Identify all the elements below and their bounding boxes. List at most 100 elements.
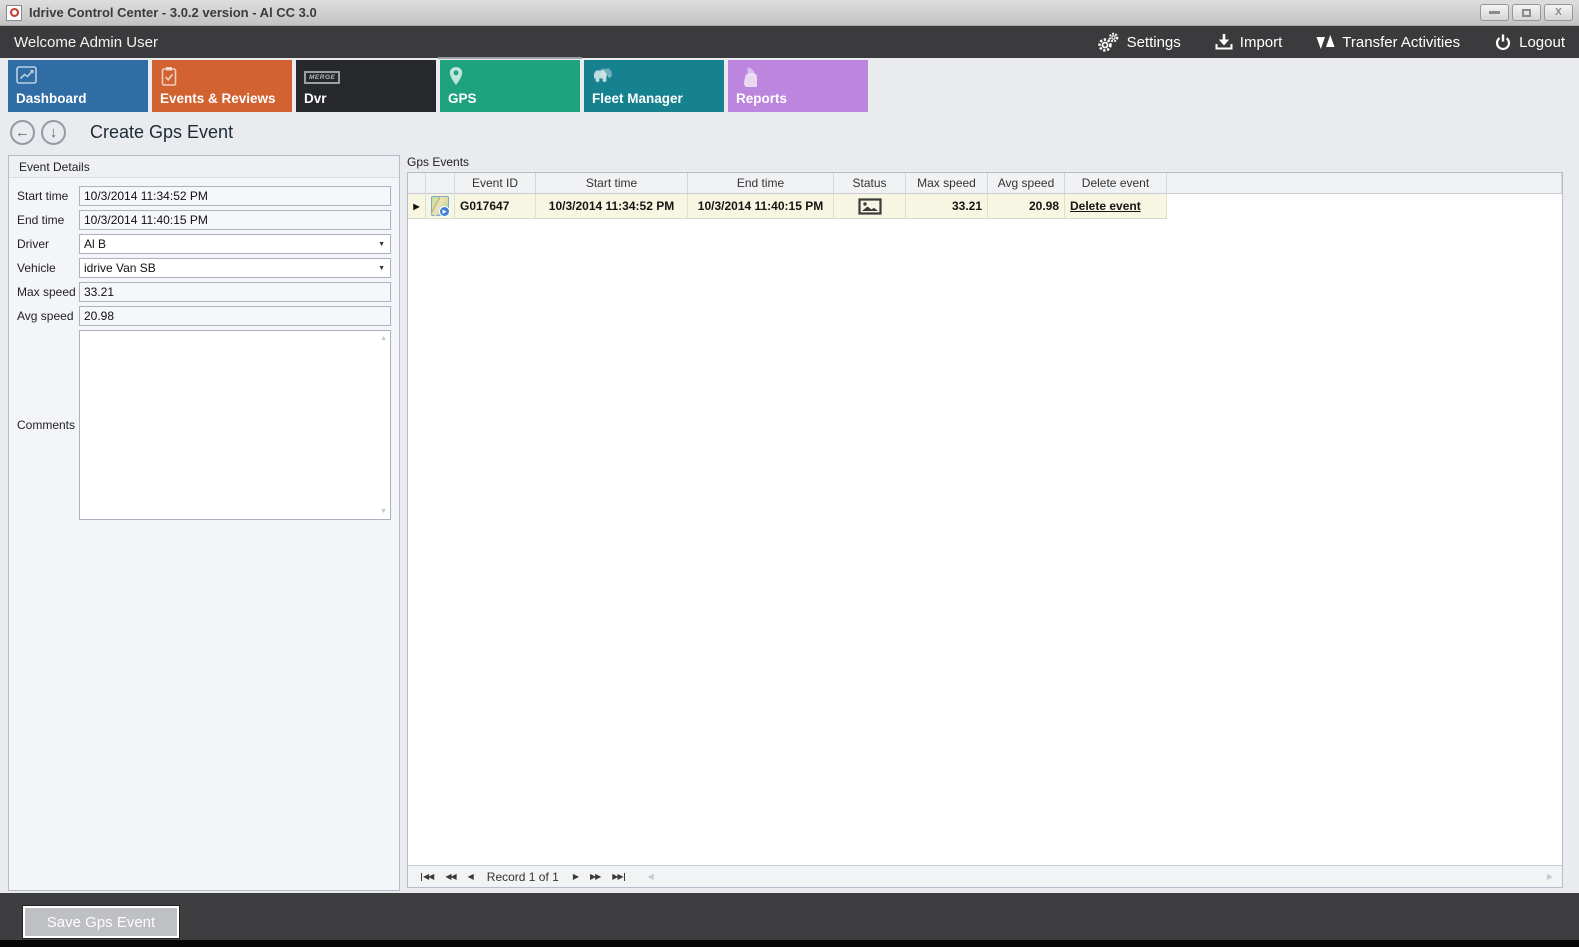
tile-events-reviews-label: Events & Reviews <box>160 91 276 106</box>
map-pin-icon <box>448 66 464 87</box>
chart-trend-icon <box>16 66 39 86</box>
cell-end-time: 10/3/2014 11:40:15 PM <box>688 194 834 219</box>
collapse-button[interactable]: ↓ <box>41 120 66 145</box>
max-speed-field[interactable] <box>79 282 391 302</box>
next-record-button[interactable]: ▶ <box>573 872 578 881</box>
tile-fleet-manager[interactable]: Fleet Manager <box>584 60 724 112</box>
gps-events-title: Gps Events <box>407 155 1563 172</box>
driver-value: Al B <box>84 237 106 251</box>
prev-page-button[interactable]: ◀◀ <box>445 872 455 881</box>
driver-dropdown[interactable]: Al B ▼ <box>79 234 391 254</box>
settings-label: Settings <box>1127 34 1181 51</box>
tile-gps-label: GPS <box>448 91 477 106</box>
comments-field[interactable] <box>80 331 390 519</box>
map-route-icon[interactable]: ▶ <box>431 196 449 216</box>
column-header-avg-speed[interactable]: Avg speed <box>988 173 1065 194</box>
tile-events-reviews[interactable]: Events & Reviews <box>152 60 292 112</box>
gears-icon <box>1096 32 1120 52</box>
column-header-max-speed[interactable]: Max speed <box>906 173 988 194</box>
tile-dvr-label: Dvr <box>304 91 327 106</box>
save-gps-event-button[interactable]: Save Gps Event <box>23 906 179 938</box>
logout-label: Logout <box>1519 34 1565 51</box>
tile-fleet-manager-label: Fleet Manager <box>592 91 683 106</box>
tile-reports[interactable]: Reports <box>728 60 868 112</box>
driver-label: Driver <box>17 237 79 251</box>
minimize-button[interactable] <box>1480 4 1509 21</box>
back-button[interactable]: ← <box>10 120 35 145</box>
close-button[interactable]: X <box>1544 4 1573 21</box>
page-title: Create Gps Event <box>90 122 233 143</box>
gps-events-panel: Gps Events Event ID Start time End time … <box>407 155 1563 888</box>
scroll-up-icon[interactable]: ▲ <box>380 335 387 342</box>
pie-chart-icon <box>736 66 757 87</box>
scroll-right-button[interactable]: ▶ <box>1547 872 1552 881</box>
column-header-start-time[interactable]: Start time <box>536 173 688 194</box>
vehicle-dropdown[interactable]: idrive Van SB ▼ <box>79 258 391 278</box>
nav-tiles: Dashboard Events & Reviews MERGE Dvr GPS <box>8 60 868 112</box>
merge-box-icon: MERGE <box>304 71 340 84</box>
tile-dvr[interactable]: MERGE Dvr <box>296 60 436 112</box>
app-logo-icon <box>6 5 22 21</box>
record-navigator: ◀◀ ◀◀ ◀ Record 1 of 1 ▶ ▶▶ ▶▶ ◀ ▶ <box>408 865 1562 887</box>
logout-button[interactable]: Logout <box>1494 33 1565 51</box>
vehicle-label: Vehicle <box>17 261 79 275</box>
maximize-button[interactable] <box>1512 4 1541 21</box>
column-header-end-time[interactable]: End time <box>688 173 834 194</box>
comments-label: Comments <box>17 418 79 432</box>
header-indicator-cell <box>408 173 426 194</box>
trucks-icon <box>592 66 618 86</box>
end-time-field[interactable] <box>79 210 391 230</box>
event-details-panel: Event Details Start time End time Driver… <box>8 155 400 891</box>
next-page-button[interactable]: ▶▶ <box>590 872 600 881</box>
column-header-delete-event[interactable]: Delete event <box>1065 173 1167 194</box>
cell-avg-speed: 20.98 <box>988 194 1065 219</box>
scroll-down-icon[interactable]: ▼ <box>380 508 387 515</box>
table-row[interactable]: ▶ ▶ G017647 10/3/2014 11:34:52 PM 10/3/2… <box>408 194 1562 219</box>
header-filler-cell <box>1167 173 1562 194</box>
column-header-status[interactable]: Status <box>834 173 906 194</box>
start-time-field[interactable] <box>79 186 391 206</box>
import-download-icon <box>1215 33 1233 51</box>
window-bottom-edge <box>0 940 1579 947</box>
settings-button[interactable]: Settings <box>1096 32 1181 52</box>
grid-empty-area <box>408 219 1562 865</box>
import-label: Import <box>1240 34 1283 51</box>
power-icon <box>1494 33 1512 51</box>
tile-gps[interactable]: GPS <box>440 60 580 112</box>
last-record-button[interactable]: ▶▶ <box>612 872 625 881</box>
scroll-left-button[interactable]: ◀ <box>648 872 653 881</box>
gps-events-grid: Event ID Start time End time Status Max … <box>407 172 1563 888</box>
app-window: Idrive Control Center - 3.0.2 version - … <box>0 0 1579 947</box>
tile-dashboard-label: Dashboard <box>16 91 87 106</box>
tile-reports-label: Reports <box>736 91 787 106</box>
prev-record-button[interactable]: ◀ <box>468 872 473 881</box>
grid-header-row: Event ID Start time End time Status Max … <box>408 173 1562 194</box>
avg-speed-field[interactable] <box>79 306 391 326</box>
transfer-arrows-icon <box>1316 33 1335 51</box>
transfer-activities-button[interactable]: Transfer Activities <box>1316 33 1460 51</box>
event-details-title: Event Details <box>9 156 399 178</box>
vehicle-value: idrive Van SB <box>84 261 156 275</box>
column-header-event-id[interactable]: Event ID <box>455 173 536 194</box>
cell-max-speed: 33.21 <box>906 194 988 219</box>
row-indicator-icon: ▶ <box>413 202 419 211</box>
chevron-down-icon: ▼ <box>378 241 385 248</box>
clipboard-check-icon <box>160 66 178 87</box>
header-icon-cell <box>426 173 455 194</box>
minimize-icon <box>1489 11 1500 14</box>
app-header: Welcome Admin User Settings Import <box>0 26 1579 58</box>
picture-icon[interactable] <box>858 198 882 215</box>
chevron-down-icon: ▼ <box>378 265 385 272</box>
transfer-activities-label: Transfer Activities <box>1342 34 1460 51</box>
page-title-row: ← ↓ Create Gps Event <box>10 120 233 145</box>
cell-event-id: G017647 <box>455 194 536 219</box>
tile-dashboard[interactable]: Dashboard <box>8 60 148 112</box>
cell-start-time: 10/3/2014 11:34:52 PM <box>536 194 688 219</box>
titlebar: Idrive Control Center - 3.0.2 version - … <box>0 0 1579 26</box>
down-arrow-icon: ↓ <box>50 125 58 140</box>
avg-speed-label: Avg speed <box>17 309 79 323</box>
first-record-button[interactable]: ◀◀ <box>420 872 433 881</box>
delete-event-link[interactable]: Delete event <box>1070 199 1141 213</box>
import-button[interactable]: Import <box>1215 33 1283 51</box>
end-time-label: End time <box>17 213 79 227</box>
